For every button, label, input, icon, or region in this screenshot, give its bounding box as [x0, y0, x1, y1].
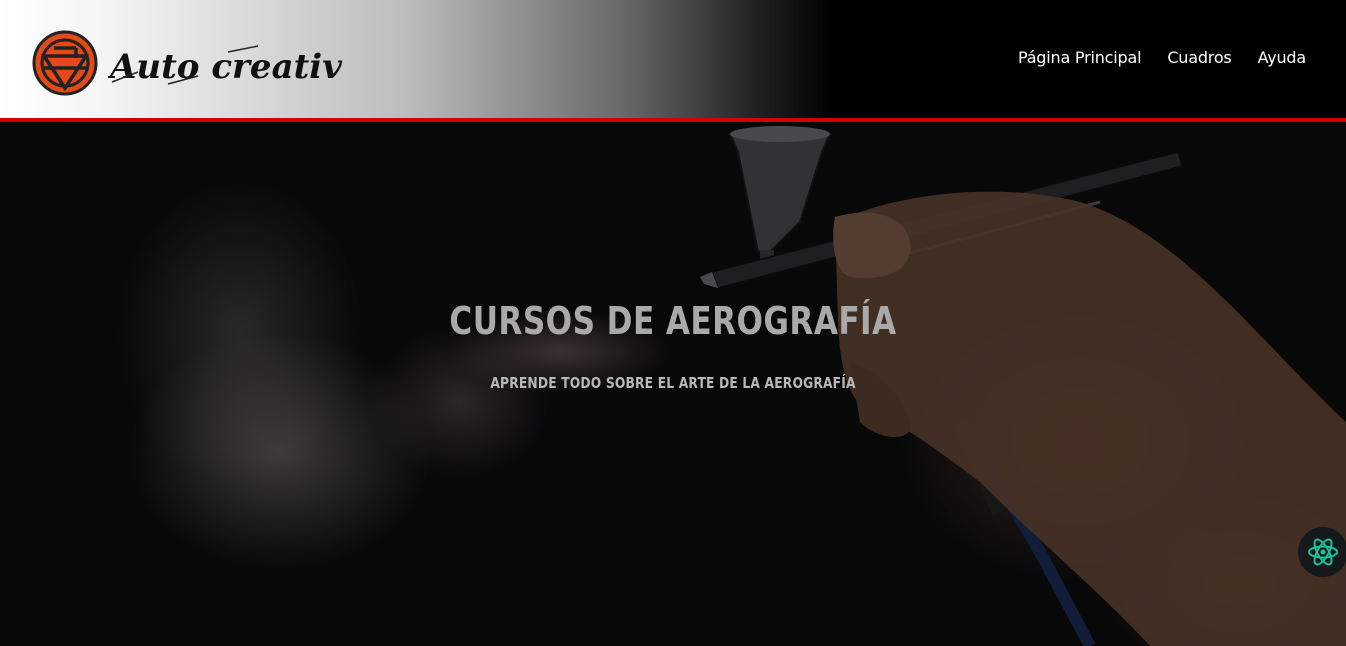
atom-icon [1308, 538, 1338, 566]
nav-link-ayuda[interactable]: Ayuda [1258, 48, 1307, 67]
hero-title: CURSOS DE AEROGRAFÍA [449, 299, 897, 343]
logo-wordmark: Auto creativo [108, 45, 343, 87]
main-nav: Página Principal Cuadros Ayuda [1018, 48, 1306, 67]
hero-banner: CURSOS DE AEROGRAFÍA APRENDE TODO SOBRE … [0, 122, 1346, 646]
nav-link-pagina-principal[interactable]: Página Principal [1018, 48, 1142, 67]
logo-emblem-icon [32, 30, 98, 96]
site-header: Auto creativo Página Principal Cuadros A… [0, 0, 1346, 118]
nav-link-cuadros[interactable]: Cuadros [1167, 48, 1231, 67]
assistant-button[interactable] [1298, 527, 1346, 577]
hero-subtitle: APRENDE TODO SOBRE EL ARTE DE LA AEROGRA… [490, 374, 856, 392]
logo-wordmark-text: Auto creativo [108, 47, 343, 87]
site-logo[interactable]: Auto creativo [30, 28, 343, 98]
